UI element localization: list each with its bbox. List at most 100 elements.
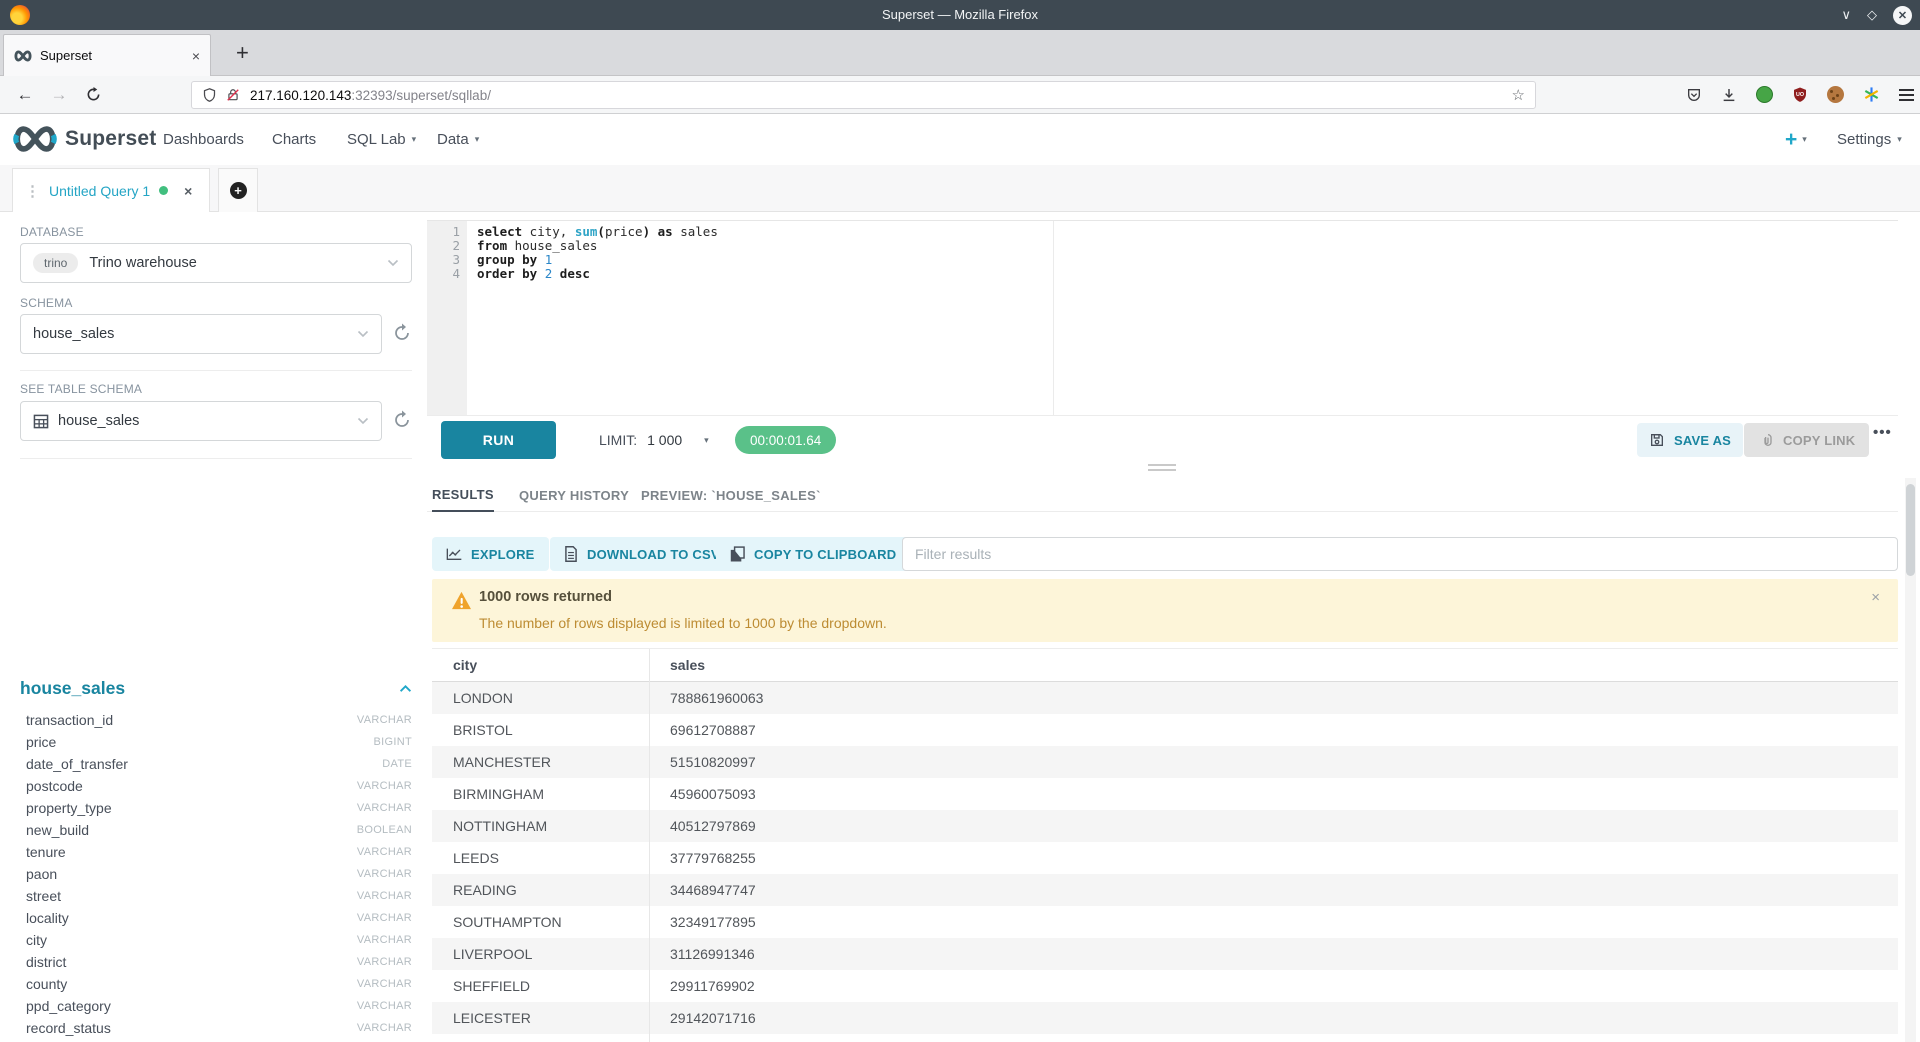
insecure-lock-icon[interactable] xyxy=(226,87,240,103)
cell-sales: 788861960063 xyxy=(649,682,1898,714)
schema-label: SCHEMA xyxy=(20,296,73,310)
navbar-settings-menu[interactable]: Settings ▾ xyxy=(1837,114,1902,165)
filter-results-input[interactable] xyxy=(902,537,1898,571)
cell-city: LEEDS xyxy=(432,842,649,874)
column-row: tenure VARCHAR xyxy=(26,841,412,863)
nav-item-sql-lab[interactable]: SQL Lab ▾ xyxy=(347,114,416,165)
file-icon xyxy=(564,546,578,562)
downloads-icon[interactable] xyxy=(1721,87,1737,103)
line-number: 4 xyxy=(427,267,460,281)
copy-to-clipboard-button[interactable]: COPY TO CLIPBOARD xyxy=(716,537,910,571)
column-type: VARCHAR xyxy=(357,802,412,814)
scrollbar-thumb[interactable] xyxy=(1906,484,1915,576)
header-city[interactable]: city xyxy=(432,649,649,681)
column-name: price xyxy=(26,734,56,750)
add-query-tab-button[interactable]: + xyxy=(218,168,258,212)
database-type-badge: trino xyxy=(33,253,78,273)
browser-new-tab-button[interactable]: + xyxy=(236,40,249,66)
chevron-down-icon xyxy=(387,259,399,267)
forward-icon[interactable]: → xyxy=(44,76,74,113)
nav-item-dashboards[interactable]: Dashboards xyxy=(163,114,244,165)
editor-code[interactable]: select city, sum(price) as sales from ho… xyxy=(467,221,1898,415)
shield-permissions-icon[interactable] xyxy=(202,87,217,103)
browser-tab[interactable]: Superset × xyxy=(3,34,211,76)
column-name: ppd_category xyxy=(26,998,111,1014)
refresh-schema-icon[interactable] xyxy=(392,323,414,345)
copy-link-button[interactable]: COPY LINK xyxy=(1744,423,1869,457)
table-row: LIVERPOOL 31126991346 xyxy=(432,938,1898,970)
tab-query-history[interactable]: QUERY HISTORY xyxy=(519,478,629,512)
table-name-heading[interactable]: house_sales xyxy=(20,678,125,699)
warning-triangle-icon xyxy=(451,591,472,610)
sql-editor[interactable]: 1234 select city, sum(price) as sales fr… xyxy=(427,220,1898,415)
query-tab-title: Untitled Query 1 xyxy=(49,183,150,199)
cell-city: LIVERPOOL xyxy=(432,938,649,970)
scrollbar-track[interactable] xyxy=(1905,478,1916,1042)
explore-button[interactable]: EXPLORE xyxy=(432,537,549,571)
query-tab-close-icon[interactable]: × xyxy=(184,183,192,199)
column-type: VARCHAR xyxy=(357,1000,412,1012)
collapse-chevron-up-icon[interactable] xyxy=(399,684,412,693)
caret-down-icon: ▾ xyxy=(412,134,417,145)
column-type: BIGINT xyxy=(374,736,412,748)
tab-results[interactable]: RESULTS xyxy=(432,478,494,512)
results-table-body: LONDON 788861960063 BRISTOL 69612708887 … xyxy=(432,682,1898,1034)
navbar-add-button[interactable]: + ▾ xyxy=(1785,114,1807,165)
cell-city: BRISTOL xyxy=(432,714,649,746)
pane-resize-handle[interactable] xyxy=(1148,464,1176,471)
code-line: select city, sum(price) as sales xyxy=(477,225,1898,239)
window-minimize-icon[interactable]: ∨ xyxy=(1841,7,1851,23)
column-divider xyxy=(649,649,650,1042)
nav-item-charts[interactable]: Charts xyxy=(272,114,316,165)
superset-brand[interactable]: Superset xyxy=(12,124,156,154)
column-row: transaction_id VARCHAR xyxy=(26,709,412,731)
column-name: postcode xyxy=(26,778,83,794)
cell-sales: 32349177895 xyxy=(649,906,1898,938)
nav-item-data[interactable]: Data ▾ xyxy=(437,114,479,165)
table-row: SHEFFIELD 29911769902 xyxy=(432,970,1898,1002)
limit-dropdown[interactable]: LIMIT: 1 000 ▾ xyxy=(599,416,709,464)
schema-select[interactable]: house_sales xyxy=(20,314,382,354)
bookmark-star-icon[interactable]: ☆ xyxy=(1512,86,1525,104)
column-name: date_of_transfer xyxy=(26,756,128,772)
menu-hamburger-icon[interactable] xyxy=(1899,89,1914,101)
back-icon[interactable]: ← xyxy=(10,76,40,113)
query-tab-active[interactable]: ⋮ Untitled Query 1 × xyxy=(12,168,210,212)
column-type: VARCHAR xyxy=(357,956,412,968)
table-schema-select[interactable]: house_sales xyxy=(20,401,382,441)
run-button[interactable]: RUN xyxy=(441,421,556,459)
window-close-icon[interactable]: ✕ xyxy=(1893,6,1912,25)
url-bar[interactable]: 217.160.120.143:32393/superset/sqllab/ ☆ xyxy=(191,81,1536,109)
window-restore-icon[interactable]: ◇ xyxy=(1867,7,1877,23)
column-type: VARCHAR xyxy=(357,846,412,858)
tab-preview-house-sales[interactable]: PREVIEW: `HOUSE_SALES` xyxy=(641,478,821,512)
column-name: transaction_id xyxy=(26,712,113,728)
save-as-button[interactable]: SAVE AS xyxy=(1637,423,1743,457)
table-row: READING 34468947747 xyxy=(432,874,1898,906)
pocket-icon[interactable] xyxy=(1686,87,1702,103)
table-row: LEICESTER 29142071716 xyxy=(432,1002,1898,1034)
cell-city: LONDON xyxy=(432,682,649,714)
ublock-extension-icon[interactable]: UO xyxy=(1792,86,1808,103)
browser-tab-close-icon[interactable]: × xyxy=(192,48,200,64)
url-host: 217.160.120.143 xyxy=(250,88,351,103)
warning-close-icon[interactable]: × xyxy=(1871,589,1880,606)
line-number: 3 xyxy=(427,253,460,267)
rows-warning-banner: 1000 rows returned The number of rows di… xyxy=(432,579,1898,642)
cookie-extension-icon[interactable] xyxy=(1827,86,1844,103)
column-type: VARCHAR xyxy=(357,978,412,990)
divider xyxy=(20,370,412,371)
header-sales[interactable]: sales xyxy=(649,649,1898,681)
more-actions-button[interactable]: ••• xyxy=(1873,424,1892,441)
clipboard-icon xyxy=(730,546,745,562)
refresh-table-icon[interactable] xyxy=(392,410,414,432)
database-label: DATABASE xyxy=(20,225,84,239)
cell-city: MANCHESTER xyxy=(432,746,649,778)
column-type: VARCHAR xyxy=(357,934,412,946)
privacy-badger-extension-icon[interactable] xyxy=(1756,86,1773,103)
reload-icon[interactable] xyxy=(78,76,108,113)
drag-handle-icon[interactable]: ⋮ xyxy=(25,182,40,200)
asterisk-extension-icon[interactable] xyxy=(1863,86,1880,103)
download-csv-button[interactable]: DOWNLOAD TO CSV xyxy=(550,537,734,571)
database-select[interactable]: trino Trino warehouse xyxy=(20,243,412,283)
